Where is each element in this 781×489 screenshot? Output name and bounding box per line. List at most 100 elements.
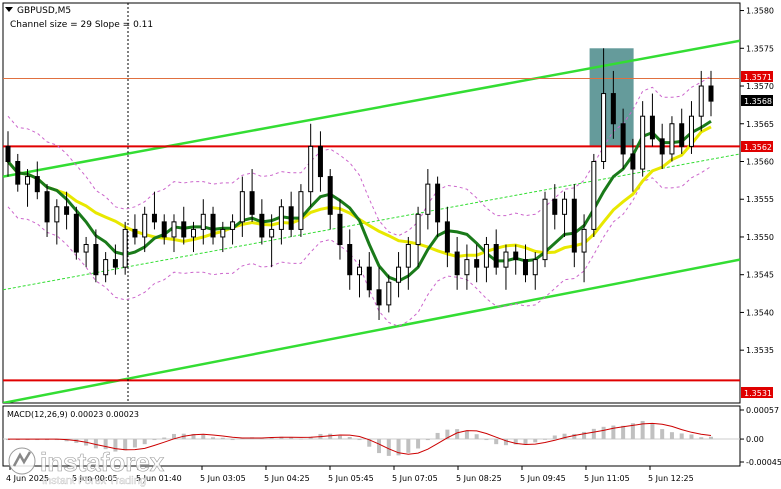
candle-body [64, 206, 70, 215]
candle-body [122, 228, 128, 268]
candle-body [288, 206, 294, 230]
candle [122, 221, 128, 275]
macd-bar [377, 439, 382, 454]
candle-body [415, 213, 421, 246]
macd-bar [201, 434, 206, 440]
candle-body [688, 115, 694, 147]
macd-bar [386, 439, 391, 456]
macd-bar [474, 434, 479, 440]
candle-body [103, 259, 109, 276]
candle-body [337, 213, 343, 246]
candle-body [34, 176, 40, 193]
macd-bar [142, 439, 147, 445]
time-tick-label: 5 Jun 12:25 [648, 474, 694, 483]
macd-bar [523, 439, 528, 445]
candle-body [239, 191, 245, 223]
price-tick-label: 1.3580 [746, 7, 774, 16]
candle-body [366, 266, 372, 291]
level-mid-text: 1.3562 [744, 143, 772, 152]
level-lower-text: 1.3531 [744, 389, 772, 398]
macd-bar [591, 428, 596, 440]
price-tick-label: 1.3535 [746, 346, 774, 355]
candle-body [649, 115, 655, 140]
candle-body [357, 266, 362, 276]
level-upper-text: 1.3571 [744, 73, 772, 82]
candle-body [640, 115, 646, 170]
candle-body [669, 123, 675, 155]
candle-body [249, 191, 255, 215]
candle-body [513, 251, 519, 261]
candle [542, 191, 548, 268]
macd-bar [357, 439, 362, 441]
candle-body [474, 259, 480, 268]
symbol-label: GBPUSD,M5 [17, 6, 71, 16]
candle-body [73, 213, 79, 253]
candle [73, 206, 79, 260]
candle [591, 153, 597, 237]
macd-bar [650, 423, 655, 440]
candle-body [347, 244, 353, 276]
candle-body [444, 221, 450, 253]
candle-body [493, 244, 499, 268]
time-tick-label: 5 Jun 07:05 [392, 474, 438, 483]
candle-body [386, 281, 392, 306]
macd-bar [552, 435, 557, 440]
candle-body [269, 228, 275, 238]
macd-bar [464, 430, 469, 440]
candle-body [698, 85, 704, 117]
macd-bar [425, 439, 430, 441]
macd-tick-label: 0.00 [746, 435, 764, 444]
time-tick-label: 5 Jun 04:25 [264, 474, 310, 483]
candle-body [435, 183, 441, 223]
macd-bar [162, 437, 167, 440]
price-tick-label: 1.3555 [746, 195, 774, 204]
macd-bar [328, 433, 333, 440]
time-tick-label: 5 Jun 03:05 [200, 474, 246, 483]
candle-body [112, 259, 118, 268]
channel-info-label: Channel size = 29 Slope = 0.11 [10, 20, 153, 30]
macd-bar [689, 434, 694, 440]
candle-body [25, 176, 31, 185]
price-tick-label: 1.3575 [746, 44, 774, 53]
macd-bar [543, 438, 548, 440]
macd-bar [230, 439, 235, 441]
candle-body [278, 206, 284, 230]
candle-body [571, 198, 577, 253]
price-tick-label: 1.3540 [746, 308, 774, 317]
candle-body [483, 244, 489, 268]
candle-body [659, 138, 665, 155]
candle-body [376, 289, 382, 306]
time-tick-label: 5 Jun 11:05 [584, 474, 630, 483]
candle-body [132, 228, 138, 238]
candle-body [620, 123, 626, 155]
macd-tick-label: 0.00057 [746, 406, 779, 415]
candle-body [259, 213, 265, 238]
candle-body [522, 259, 528, 276]
candle-body [15, 160, 21, 185]
candle-body [552, 198, 558, 215]
candle-body [44, 191, 50, 223]
macd-bar [669, 432, 674, 440]
candle-body [230, 221, 236, 230]
macd-bar [601, 426, 606, 440]
price-chart[interactable]: 1.3580 1.3575 1.3570 1.3565 1.3560 1.3555 1.35… [0, 0, 781, 489]
candle-body [562, 198, 568, 215]
time-tick-label: 5 Jun 08:25 [456, 474, 502, 483]
candle-body [708, 85, 714, 102]
candle-body [503, 251, 509, 268]
tagline-text: Instant Forex Trading [42, 475, 146, 487]
chart-window: 1.3580 1.3575 1.3570 1.3565 1.3560 1.3555 1.35… [0, 0, 781, 489]
candle-body [5, 145, 11, 162]
candle-body [396, 266, 402, 283]
macd-bar [679, 433, 684, 440]
candle-body [54, 206, 60, 223]
candle-body [181, 221, 187, 238]
macd-bar [660, 429, 665, 440]
macd-bar [699, 437, 704, 440]
candle-body [630, 153, 636, 170]
candle-body [542, 198, 548, 261]
time-tick-label: 5 Jun 05:45 [328, 474, 374, 483]
macd-bar [337, 435, 342, 440]
candle-body [83, 244, 89, 253]
candle-body [454, 251, 460, 276]
